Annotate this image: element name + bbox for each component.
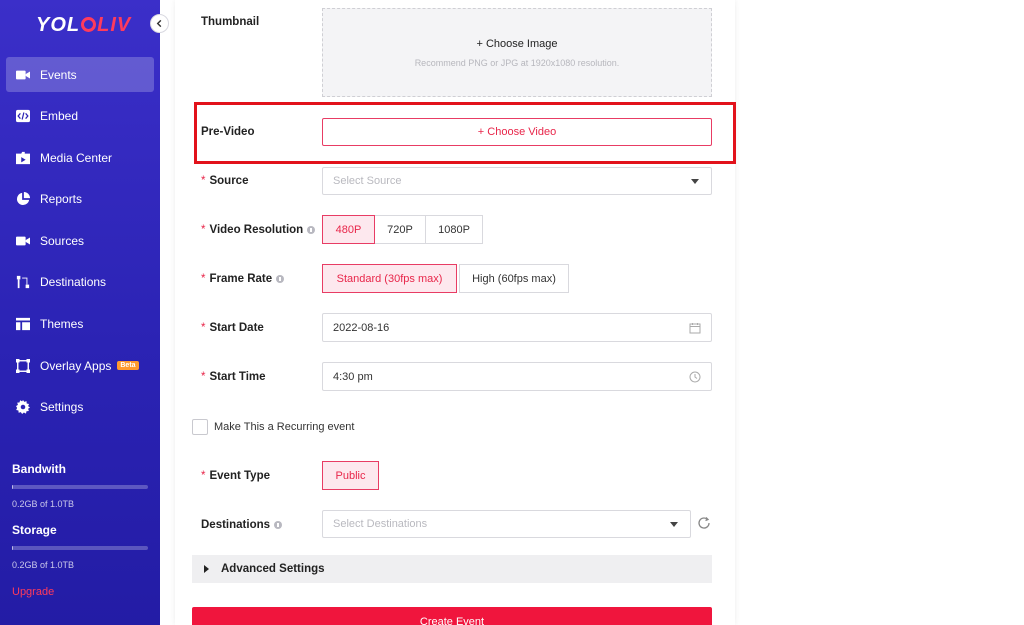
create-event-button[interactable]: Create Event bbox=[192, 607, 712, 625]
thumbnail-hint: Recommend PNG or JPG at 1920x1080 resolu… bbox=[414, 57, 620, 68]
sidebar-nav: Events Embed Media Center Reports Source… bbox=[6, 57, 154, 431]
beta-badge: Beta bbox=[117, 361, 139, 371]
source-select[interactable]: Select Source bbox=[322, 167, 712, 195]
logo-text-yol: YOL bbox=[36, 14, 81, 36]
storage-bar-fill bbox=[12, 546, 13, 550]
recurring-event-label[interactable]: Make This a Recurring event bbox=[214, 421, 354, 433]
camera-icon bbox=[16, 234, 30, 248]
event-type-public-button[interactable]: Public bbox=[322, 461, 379, 490]
sidebar-item-label: Overlay Apps bbox=[40, 358, 112, 373]
yololiv-logo[interactable]: YOL LIV bbox=[36, 14, 131, 37]
sidebar-item-overlay-apps[interactable]: Overlay Apps Beta bbox=[6, 348, 154, 383]
frame-rate-options: Standard (30fps max) High (60fps max) bbox=[322, 264, 569, 293]
help-icon[interactable] bbox=[276, 275, 285, 283]
logo-o-icon bbox=[81, 17, 97, 32]
sidebar-item-themes[interactable]: Themes bbox=[6, 307, 154, 342]
start-time-value: 4:30 pm bbox=[333, 370, 373, 383]
frame-rate-high-button[interactable]: High (60fps max) bbox=[459, 264, 569, 293]
start-time-label: * Start Time bbox=[201, 371, 266, 383]
chevron-left-icon bbox=[156, 19, 162, 28]
advanced-settings-toggle[interactable]: Advanced Settings bbox=[192, 555, 712, 583]
resolution-480p-button[interactable]: 480P bbox=[322, 215, 375, 244]
advanced-settings-label: Advanced Settings bbox=[221, 563, 325, 575]
code-icon bbox=[16, 109, 30, 123]
media-folder-icon bbox=[16, 151, 30, 165]
choose-image-button[interactable]: + Choose Image bbox=[476, 38, 557, 50]
pre-video-label: Pre-Video bbox=[201, 126, 255, 138]
frame-rate-label: * Frame Rate bbox=[201, 273, 285, 285]
caret-down-icon bbox=[691, 179, 699, 184]
clock-icon bbox=[689, 371, 701, 383]
bandwidth-bar bbox=[12, 485, 148, 489]
collapse-sidebar-button[interactable] bbox=[150, 14, 169, 33]
source-label: * Source bbox=[201, 175, 249, 187]
pie-chart-icon bbox=[16, 192, 30, 206]
sidebar-item-settings[interactable]: Settings bbox=[6, 390, 154, 425]
bandwidth-usage-text: 0.2GB of 1.0TB bbox=[12, 499, 75, 509]
start-date-label: * Start Date bbox=[201, 322, 264, 334]
storage-title: Storage bbox=[12, 523, 57, 537]
branch-icon bbox=[16, 275, 30, 289]
sidebar-item-reports[interactable]: Reports bbox=[6, 182, 154, 217]
video-resolution-label: * Video Resolution bbox=[201, 224, 316, 236]
sidebar-item-events[interactable]: Events bbox=[6, 57, 154, 92]
gear-icon bbox=[16, 400, 30, 415]
sidebar-item-embed[interactable]: Embed bbox=[6, 99, 154, 134]
resolution-720p-button[interactable]: 720P bbox=[374, 215, 426, 244]
event-type-label: * Event Type bbox=[201, 470, 270, 482]
bandwidth-title: Bandwith bbox=[12, 462, 66, 476]
upgrade-link[interactable]: Upgrade bbox=[12, 586, 54, 598]
destinations-label: Destinations bbox=[201, 519, 283, 531]
layout-icon bbox=[16, 317, 30, 331]
choose-video-button[interactable]: + Choose Video bbox=[322, 118, 712, 146]
start-date-value: 2022-08-16 bbox=[333, 321, 390, 334]
overlay-icon bbox=[16, 358, 30, 373]
create-event-form: Thumbnail + Choose Image Recommend PNG o… bbox=[175, 0, 736, 625]
logo-text-liv: LIV bbox=[97, 14, 132, 36]
sidebar-item-sources[interactable]: Sources bbox=[6, 223, 154, 258]
video-resolution-options: 480P 720P 1080P bbox=[322, 215, 483, 244]
recurring-event-checkbox[interactable] bbox=[192, 419, 208, 435]
start-date-input[interactable]: 2022-08-16 bbox=[322, 313, 712, 342]
thumbnail-upload[interactable]: + Choose Image Recommend PNG or JPG at 1… bbox=[322, 8, 712, 97]
destinations-select[interactable]: Select Destinations bbox=[322, 510, 691, 538]
sidebar-item-label: Settings bbox=[40, 400, 84, 415]
calendar-icon bbox=[689, 322, 701, 334]
source-placeholder: Select Source bbox=[333, 175, 402, 187]
start-time-input[interactable]: 4:30 pm bbox=[322, 362, 712, 391]
sidebar-item-destinations[interactable]: Destinations bbox=[6, 265, 154, 300]
sidebar-item-label: Reports bbox=[40, 192, 83, 207]
frame-rate-standard-button[interactable]: Standard (30fps max) bbox=[322, 264, 457, 293]
video-camera-icon bbox=[16, 68, 30, 82]
sidebar-item-label: Events bbox=[40, 67, 77, 82]
sidebar-item-label: Destinations bbox=[40, 275, 107, 290]
caret-right-icon bbox=[204, 565, 209, 573]
sidebar-item-label: Sources bbox=[40, 233, 85, 248]
destinations-placeholder: Select Destinations bbox=[333, 518, 428, 530]
sidebar: YOL LIV Events Embed Media Center Reports… bbox=[0, 0, 160, 625]
sidebar-item-label: Embed bbox=[40, 109, 79, 124]
caret-down-icon bbox=[670, 522, 678, 527]
thumbnail-label: Thumbnail bbox=[201, 16, 260, 28]
recurring-event-row: Make This a Recurring event bbox=[192, 419, 354, 435]
sidebar-item-label: Themes bbox=[40, 317, 84, 332]
resolution-1080p-button[interactable]: 1080P bbox=[425, 215, 483, 244]
storage-bar bbox=[12, 546, 148, 550]
help-icon[interactable] bbox=[274, 521, 283, 529]
sidebar-item-label: Media Center bbox=[40, 150, 113, 165]
bandwidth-bar-fill bbox=[12, 485, 13, 489]
refresh-icon[interactable] bbox=[697, 516, 711, 530]
sidebar-item-media-center[interactable]: Media Center bbox=[6, 140, 154, 175]
storage-usage-text: 0.2GB of 1.0TB bbox=[12, 560, 75, 570]
help-icon[interactable] bbox=[307, 226, 316, 234]
